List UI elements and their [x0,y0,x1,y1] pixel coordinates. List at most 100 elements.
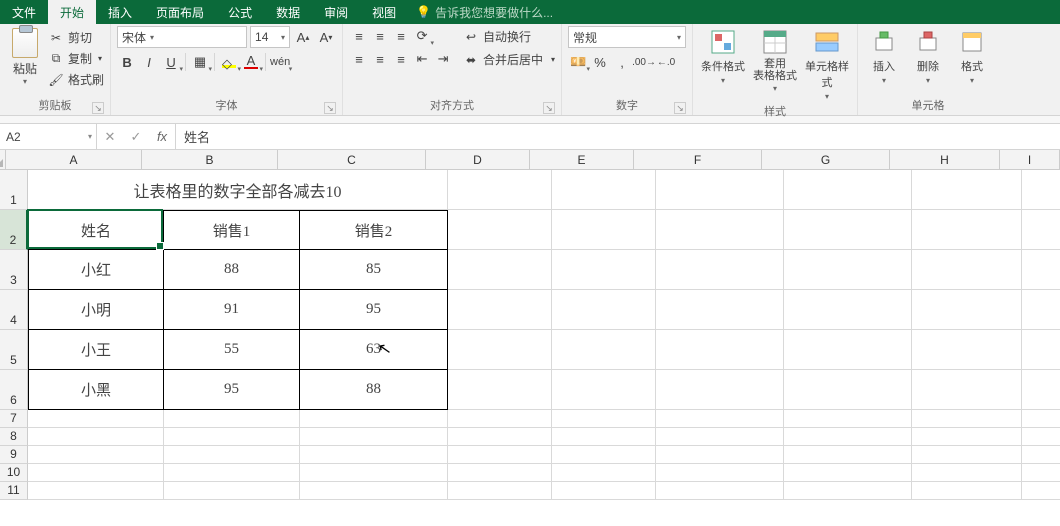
cell-H8[interactable] [912,428,1022,446]
row-header-7[interactable]: 7 [0,410,28,428]
row-header-9[interactable]: 9 [0,446,28,464]
column-header-D[interactable]: D [426,150,530,170]
cell-I6[interactable] [1022,370,1060,410]
row-header-5[interactable]: 5 [0,330,28,370]
cell-I3[interactable] [1022,250,1060,290]
cell-B7[interactable] [164,410,300,428]
align-center-button[interactable]: ≡ [370,49,390,69]
cell-F5[interactable] [656,330,784,370]
cell-C5[interactable]: 63 [300,330,448,370]
cell-D10[interactable] [448,464,552,482]
cells-area[interactable]: ↖ 让表格里的数字全部各减去10姓名销售1销售2小红8885小明9195小王55… [28,170,1060,500]
row-header-10[interactable]: 10 [0,464,28,482]
bold-button[interactable]: B [117,52,137,72]
cell-E2[interactable] [552,210,656,250]
cell-G8[interactable] [784,428,912,446]
accounting-format-button[interactable]: 💴▾ [568,52,588,72]
cell-A1[interactable]: 让表格里的数字全部各减去10 [28,170,448,210]
cell-F8[interactable] [656,428,784,446]
cell-G5[interactable] [784,330,912,370]
cell-F1[interactable] [656,170,784,210]
cell-F7[interactable] [656,410,784,428]
row-header-2[interactable]: 2 [0,210,28,250]
tab-data[interactable]: 数据 [264,0,312,24]
cell-F10[interactable] [656,464,784,482]
dialog-launcher-icon[interactable]: ↘ [92,102,104,114]
cell-A4[interactable]: 小明 [28,290,164,330]
cell-A11[interactable] [28,482,164,500]
cell-H4[interactable] [912,290,1022,330]
cell-C11[interactable] [300,482,448,500]
conditional-format-button[interactable]: 条件格式▾ [699,26,747,85]
cell-C4[interactable]: 95 [300,290,448,330]
cell-E11[interactable] [552,482,656,500]
row-header-6[interactable]: 6 [0,370,28,410]
cut-button[interactable]: ✂剪切 [48,28,104,47]
row-header-3[interactable]: 3 [0,250,28,290]
cell-G11[interactable] [784,482,912,500]
select-all-button[interactable] [0,150,6,170]
cell-E1[interactable] [552,170,656,210]
cell-A9[interactable] [28,446,164,464]
cell-C3[interactable]: 85 [300,250,448,290]
align-top-button[interactable]: ≡ [349,26,369,46]
cell-I9[interactable] [1022,446,1060,464]
cell-C6[interactable]: 88 [300,370,448,410]
delete-cells-button[interactable]: 删除▾ [908,26,948,85]
font-name-combo[interactable]: 宋体▾ [117,26,247,48]
format-cells-button[interactable]: 格式▾ [952,26,992,85]
cell-G10[interactable] [784,464,912,482]
cell-F4[interactable] [656,290,784,330]
fill-color-button[interactable]: ◇▾ [219,52,239,72]
tab-file[interactable]: 文件 [0,0,48,24]
cell-I7[interactable] [1022,410,1060,428]
cell-B10[interactable] [164,464,300,482]
tab-review[interactable]: 审阅 [312,0,360,24]
cell-F9[interactable] [656,446,784,464]
format-painter-button[interactable]: 🖌格式刷 [48,70,104,89]
borders-button[interactable]: ▦▾ [190,52,210,72]
cell-F3[interactable] [656,250,784,290]
cell-E10[interactable] [552,464,656,482]
cell-I1[interactable] [1022,170,1060,210]
column-header-A[interactable]: A [6,150,142,170]
number-format-combo[interactable]: 常规▾ [568,26,686,48]
cell-C2[interactable]: 销售2 [300,210,448,250]
name-box[interactable]: A2▾ [0,124,97,149]
cell-D1[interactable] [448,170,552,210]
increase-font-button[interactable]: A▴ [293,27,313,47]
row-header-1[interactable]: 1 [0,170,28,210]
cell-A3[interactable]: 小红 [28,250,164,290]
cell-F2[interactable] [656,210,784,250]
cell-A8[interactable] [28,428,164,446]
cell-D5[interactable] [448,330,552,370]
cell-I8[interactable] [1022,428,1060,446]
cell-G6[interactable] [784,370,912,410]
column-header-C[interactable]: C [278,150,426,170]
cell-E8[interactable] [552,428,656,446]
cell-B3[interactable]: 88 [164,250,300,290]
cell-C9[interactable] [300,446,448,464]
decrease-decimal-button[interactable]: ←.0 [656,52,676,72]
cell-A10[interactable] [28,464,164,482]
format-as-table-button[interactable]: 套用 表格格式▾ [751,26,799,93]
column-header-I[interactable]: I [1000,150,1060,170]
cell-I11[interactable] [1022,482,1060,500]
insert-cells-button[interactable]: 插入▾ [864,26,904,85]
tab-page-layout[interactable]: 页面布局 [144,0,216,24]
phonetic-button[interactable]: wén▾ [270,52,290,72]
cell-B6[interactable]: 95 [164,370,300,410]
cell-C8[interactable] [300,428,448,446]
cell-B9[interactable] [164,446,300,464]
cell-G1[interactable] [784,170,912,210]
cell-B5[interactable]: 55 [164,330,300,370]
dialog-launcher-icon[interactable]: ↘ [324,102,336,114]
cell-I10[interactable] [1022,464,1060,482]
cell-D8[interactable] [448,428,552,446]
cell-G7[interactable] [784,410,912,428]
orientation-button[interactable]: ⟳▾ [412,26,432,46]
cell-I2[interactable] [1022,210,1060,250]
underline-button[interactable]: U▾ [161,52,181,72]
cell-H6[interactable] [912,370,1022,410]
cell-F11[interactable] [656,482,784,500]
